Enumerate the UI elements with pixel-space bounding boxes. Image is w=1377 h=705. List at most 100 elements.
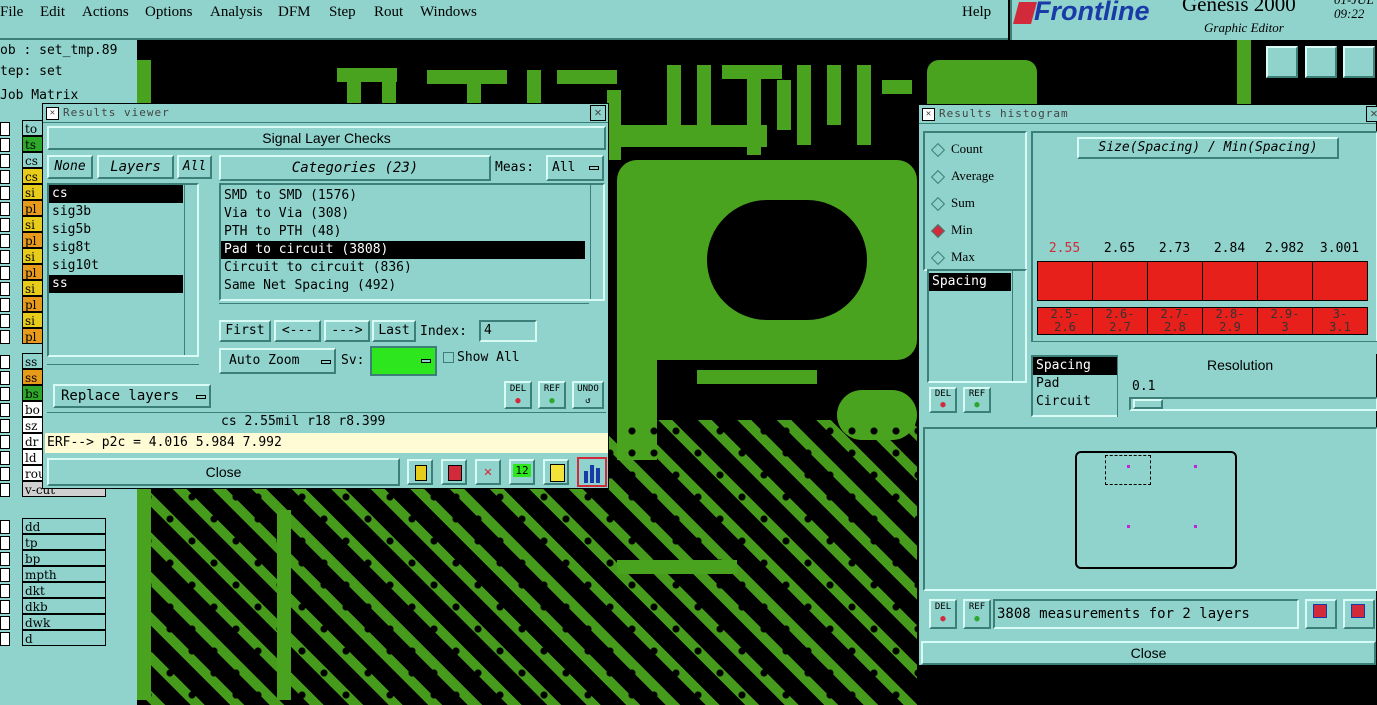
layer-checkbox[interactable] bbox=[0, 186, 10, 200]
layer-checkbox[interactable] bbox=[0, 552, 10, 566]
results-viewer-titlebar[interactable]: ✕ Results viewer ✕ bbox=[43, 104, 608, 123]
category-list-item[interactable]: Same Net Spacing (492) bbox=[221, 277, 585, 295]
none-button[interactable]: None bbox=[47, 155, 93, 179]
del-button-bottom[interactable]: DEL ● bbox=[929, 599, 957, 629]
layer-checkbox[interactable] bbox=[0, 371, 10, 385]
sv-color-dropdown[interactable] bbox=[370, 346, 437, 376]
layer-checkbox[interactable] bbox=[0, 435, 10, 449]
menu-step[interactable]: Step bbox=[329, 4, 356, 21]
aggregate-radio-max[interactable]: Max bbox=[930, 249, 1026, 267]
ref-button[interactable]: REF ● bbox=[963, 387, 991, 413]
histogram-icon[interactable] bbox=[577, 457, 607, 487]
categories-vscroll[interactable] bbox=[590, 185, 603, 299]
histogram-bar[interactable] bbox=[1257, 261, 1313, 301]
replace-layers-dropdown[interactable]: Replace layers bbox=[53, 384, 211, 408]
erf-disabled-icon[interactable]: ✕ bbox=[475, 459, 501, 485]
size-list[interactable]: Spacing Pad Circuit bbox=[1031, 355, 1123, 417]
layer-checkbox[interactable] bbox=[0, 403, 10, 417]
layer-checkbox[interactable] bbox=[0, 298, 10, 312]
slider-handle[interactable] bbox=[1133, 399, 1163, 409]
histogram-bar[interactable] bbox=[1202, 261, 1258, 301]
window-menu-icon[interactable]: ✕ bbox=[922, 108, 935, 121]
categories-list[interactable]: SMD to SMD (1576) Via to Via (308) PTH to … bbox=[219, 183, 605, 301]
layer-checkbox[interactable] bbox=[0, 154, 10, 168]
type-list-item[interactable]: Spacing bbox=[929, 273, 1011, 291]
zoom-result-icon[interactable] bbox=[1305, 599, 1337, 629]
meas-dropdown[interactable]: All bbox=[546, 155, 604, 181]
prev-button[interactable]: <--- bbox=[274, 320, 321, 342]
size-list-item[interactable]: Circuit bbox=[1033, 393, 1121, 411]
histogram-bar[interactable] bbox=[1037, 261, 1093, 301]
layer-list-item[interactable]: ss bbox=[49, 275, 183, 293]
layer-checkbox[interactable] bbox=[0, 330, 10, 344]
category-list-item[interactable]: Pad to circuit (3808) bbox=[221, 241, 585, 259]
last-button[interactable]: Last bbox=[372, 320, 416, 342]
del-button[interactable]: DEL ● bbox=[929, 387, 957, 413]
layer-checkbox[interactable] bbox=[0, 138, 10, 152]
del-button[interactable]: DEL ● bbox=[504, 381, 532, 409]
layer-row[interactable]: dwk bbox=[0, 614, 107, 630]
first-button[interactable]: First bbox=[219, 320, 271, 342]
layer-row[interactable]: tp bbox=[0, 534, 107, 550]
histogram-close-button[interactable]: Close bbox=[921, 641, 1376, 665]
layer-checkbox[interactable] bbox=[0, 234, 10, 248]
histogram-bar[interactable] bbox=[1147, 261, 1203, 301]
layer-checkbox[interactable] bbox=[0, 568, 10, 582]
layer-checkbox[interactable] bbox=[0, 483, 10, 497]
compare-icon[interactable]: 12 bbox=[509, 459, 535, 485]
layer-row[interactable]: mpth bbox=[0, 566, 107, 582]
categories-hscroll[interactable] bbox=[219, 303, 589, 316]
aggregate-radio-min[interactable]: Min bbox=[930, 222, 1026, 240]
menu-rout[interactable]: Rout bbox=[374, 4, 403, 21]
categories-button[interactable]: Categories (23) bbox=[219, 155, 491, 181]
layer-checkbox[interactable] bbox=[0, 584, 10, 598]
undo-button[interactable]: UNDO ↺ bbox=[572, 381, 604, 409]
menu-options[interactable]: Options bbox=[145, 4, 193, 21]
category-list-item[interactable]: Via to Via (308) bbox=[221, 205, 585, 223]
layer-row[interactable]: d bbox=[0, 630, 107, 646]
close-icon[interactable]: ✕ bbox=[1366, 106, 1377, 122]
layer-list-item[interactable]: sig10t bbox=[49, 257, 183, 275]
close-button[interactable]: Close bbox=[47, 458, 400, 486]
menu-actions[interactable]: Actions bbox=[82, 4, 129, 21]
menu-help[interactable]: Help bbox=[962, 4, 991, 21]
layer-list-item[interactable]: sig8t bbox=[49, 239, 183, 257]
layer-list-item[interactable]: cs bbox=[49, 185, 183, 203]
ref-button-bottom[interactable]: REF ● bbox=[963, 599, 991, 629]
aggregate-radio-count[interactable]: Count bbox=[930, 141, 1026, 159]
next-button[interactable]: ---> bbox=[324, 320, 370, 342]
layers-list[interactable]: cs sig3b sig5b sig8t sig10t ss bbox=[47, 183, 199, 357]
layer-checkbox[interactable] bbox=[0, 520, 10, 534]
layer-row[interactable]: dkb bbox=[0, 598, 107, 614]
layer-checkbox[interactable] bbox=[0, 122, 10, 136]
layer-checkbox[interactable] bbox=[0, 616, 10, 630]
signal-layer-checks-header[interactable]: Signal Layer Checks bbox=[47, 126, 606, 150]
index-input[interactable]: 4 bbox=[479, 320, 537, 342]
menu-windows[interactable]: Windows bbox=[420, 4, 477, 21]
layer-checkbox[interactable] bbox=[0, 387, 10, 401]
ref-button[interactable]: REF ● bbox=[538, 381, 566, 409]
toolbar-home-icon[interactable] bbox=[1343, 46, 1375, 78]
layer-checkbox[interactable] bbox=[0, 202, 10, 216]
report-icon[interactable] bbox=[441, 459, 467, 485]
layer-row[interactable]: bp bbox=[0, 550, 107, 566]
toolbar-up-icon[interactable] bbox=[1266, 46, 1298, 78]
window-menu-icon[interactable]: ✕ bbox=[46, 107, 59, 120]
layer-checkbox[interactable] bbox=[0, 314, 10, 328]
highlight-icon[interactable] bbox=[407, 459, 433, 485]
category-list-item[interactable]: SMD to SMD (1576) bbox=[221, 187, 585, 205]
aggregate-radio-average[interactable]: Average bbox=[930, 168, 1026, 186]
layer-row[interactable]: dd bbox=[0, 518, 107, 534]
size-list-item[interactable]: Pad bbox=[1033, 375, 1121, 393]
menu-edit[interactable]: Edit bbox=[40, 4, 65, 21]
resolution-slider[interactable] bbox=[1129, 397, 1377, 411]
layer-checkbox[interactable] bbox=[0, 355, 10, 369]
layer-checkbox[interactable] bbox=[0, 632, 10, 646]
menu-dfm[interactable]: DFM bbox=[278, 4, 311, 21]
chart-hscroll[interactable] bbox=[1031, 341, 1377, 354]
layer-checkbox[interactable] bbox=[0, 419, 10, 433]
layer-checkbox[interactable] bbox=[0, 467, 10, 481]
category-list-item[interactable]: PTH to PTH (48) bbox=[221, 223, 585, 241]
layer-list-item[interactable]: sig5b bbox=[49, 221, 183, 239]
layer-checkbox[interactable] bbox=[0, 266, 10, 280]
